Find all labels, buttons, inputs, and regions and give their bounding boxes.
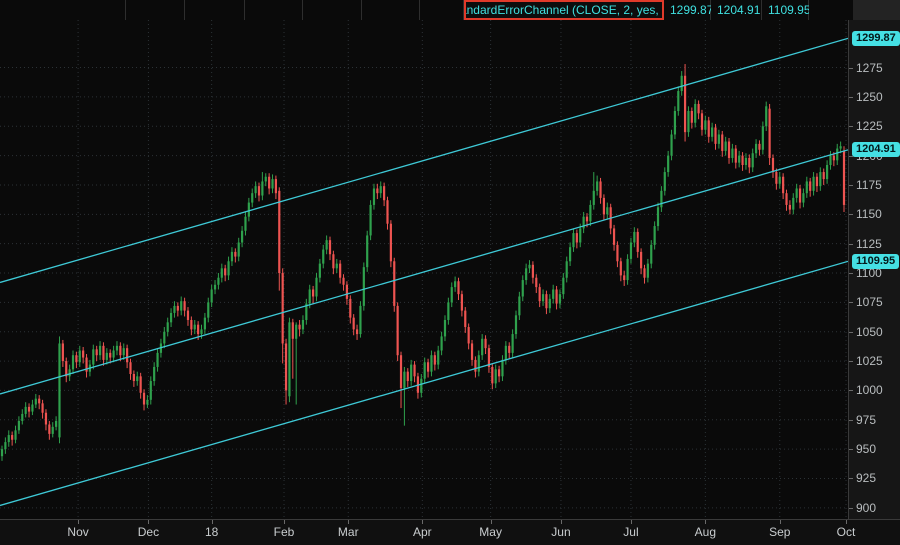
header-cell-empty-6 <box>362 0 420 20</box>
price-axis-label: 1275 <box>856 60 900 76</box>
price-axis-tick <box>849 214 853 215</box>
time-axis-label-18: 18 <box>205 525 218 539</box>
header-cell-empty-7 <box>420 0 464 20</box>
price-axis-label: 1125 <box>856 236 900 252</box>
price-axis-label: 1000 <box>856 382 900 398</box>
price-axis-label: 1025 <box>856 353 900 369</box>
time-axis-tick <box>148 520 149 524</box>
price-axis-label: 950 <box>856 441 900 457</box>
grid-layer <box>0 20 848 519</box>
header-cell-spacer <box>809 0 853 20</box>
price-axis-tick <box>849 302 853 303</box>
time-axis-label-dec: Dec <box>138 525 159 539</box>
chart-window: StandardErrorChannel (CLOSE, 2, yes, 21)… <box>0 0 900 545</box>
time-axis-tick <box>561 520 562 524</box>
time-axis-tick <box>212 520 213 524</box>
price-axis-tick <box>849 420 853 421</box>
price-axis-label: 1175 <box>856 177 900 193</box>
time-axis-label-nov: Nov <box>67 525 88 539</box>
channel-value-badge: 1204.91 <box>852 142 900 157</box>
price-axis-tick <box>849 390 853 391</box>
time-axis-tick <box>705 520 706 524</box>
header-cell-empty-5 <box>303 0 362 20</box>
price-axis-tick <box>849 185 853 186</box>
time-axis-tick <box>491 520 492 524</box>
time-axis-tick <box>631 520 632 524</box>
header-bar: StandardErrorChannel (CLOSE, 2, yes, 21)… <box>0 0 900 20</box>
price-axis[interactable]: 9009259509751000102510501075110011251150… <box>848 20 900 519</box>
indicator-value-lower: 1109.95 <box>762 0 809 20</box>
time-axis-label-sep: Sep <box>769 525 790 539</box>
price-axis-tick <box>849 68 853 69</box>
indicator-label[interactable]: StandardErrorChannel (CLOSE, 2, yes, 21) <box>464 0 664 20</box>
price-axis-tick <box>849 478 853 479</box>
time-axis-label-mar: Mar <box>338 525 359 539</box>
price-axis-label: 925 <box>856 470 900 486</box>
chart-plot-area[interactable] <box>0 20 848 519</box>
time-axis-tick <box>78 520 79 524</box>
price-axis-tick <box>849 273 853 274</box>
time-axis-tick <box>422 520 423 524</box>
price-axis-label: 1150 <box>856 206 900 222</box>
channel-value-badge: 1299.87 <box>852 31 900 46</box>
time-axis-label-jun: Jun <box>551 525 570 539</box>
price-axis-label: 1250 <box>856 89 900 105</box>
price-axis-tick <box>849 361 853 362</box>
price-axis-tick <box>849 508 853 509</box>
price-axis-label: 975 <box>856 412 900 428</box>
price-axis-label: 1050 <box>856 324 900 340</box>
price-axis-tick <box>849 332 853 333</box>
channel-upper-line[interactable] <box>0 38 848 282</box>
time-axis-tick <box>284 520 285 524</box>
channel-middle-line[interactable] <box>0 150 848 394</box>
channel-value-badge: 1109.95 <box>852 254 899 269</box>
price-axis-tick <box>849 449 853 450</box>
time-axis-tick <box>846 520 847 524</box>
channel-lower-line[interactable] <box>0 261 848 505</box>
standard-error-channel-lines[interactable] <box>0 38 848 505</box>
time-axis-label-apr: Apr <box>413 525 432 539</box>
time-axis-label-may: May <box>479 525 502 539</box>
price-axis-label: 1225 <box>856 118 900 134</box>
indicator-value-upper: 1299.87 <box>664 0 711 20</box>
time-axis-label-feb: Feb <box>274 525 295 539</box>
time-axis-tick <box>348 520 349 524</box>
header-cell-empty-4 <box>245 0 303 20</box>
header-cell-empty-3 <box>185 0 245 20</box>
time-axis-tick <box>780 520 781 524</box>
price-axis-label: 900 <box>856 500 900 516</box>
price-axis-label: 1075 <box>856 294 900 310</box>
candlestick-canvas[interactable] <box>0 20 848 519</box>
price-axis-tick <box>849 244 853 245</box>
header-axis-corner <box>853 0 900 20</box>
price-axis-tick <box>849 97 853 98</box>
header-cell-empty-1 <box>0 0 126 20</box>
time-axis-label-aug: Aug <box>695 525 716 539</box>
header-cell-empty-2 <box>126 0 185 20</box>
time-axis-label-jul: Jul <box>623 525 638 539</box>
price-axis-tick <box>849 126 853 127</box>
indicator-value-middle: 1204.91 <box>711 0 762 20</box>
time-axis-label-oct: Oct <box>837 525 856 539</box>
candles-layer <box>1 64 845 461</box>
time-axis[interactable]: Nov Dec 18 Feb Mar Apr May Jun Jul Aug Sep Oct <box>0 519 900 545</box>
